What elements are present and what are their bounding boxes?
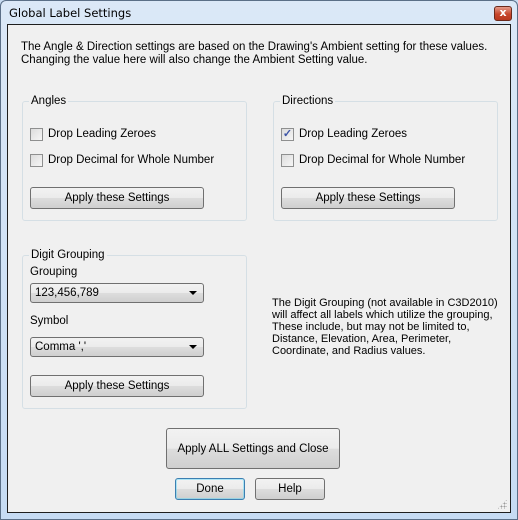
checkmark-icon: ✓ xyxy=(282,127,293,140)
angles-group: Angles Drop Leading Zeroes Drop Decimal … xyxy=(22,94,247,221)
digit-grouping-info: The Digit Grouping (not available in C3D… xyxy=(272,297,498,357)
checkbox-label: Drop Decimal for Whole Number xyxy=(48,154,215,166)
close-button[interactable]: x xyxy=(494,6,512,21)
directions-apply-button[interactable]: Apply these Settings xyxy=(281,187,455,209)
close-icon: x xyxy=(499,6,507,19)
chevron-down-icon xyxy=(189,291,197,295)
directions-drop-leading-zeroes-checkbox[interactable]: ✓ xyxy=(281,127,294,141)
window-title: Global Label Settings xyxy=(9,6,132,20)
angles-drop-decimal[interactable]: Drop Decimal for Whole Number xyxy=(30,153,214,167)
directions-drop-leading-zeroes[interactable]: ✓ Drop Leading Zeroes xyxy=(281,127,407,141)
digit-grouping-apply-button[interactable]: Apply these Settings xyxy=(30,375,204,397)
angles-drop-leading-zeroes-checkbox[interactable] xyxy=(30,127,43,141)
checkbox-label: Drop Leading Zeroes xyxy=(299,128,408,140)
chevron-down-icon xyxy=(189,345,197,349)
angles-drop-decimal-checkbox[interactable] xyxy=(30,153,43,167)
intro-line-2: Changing the value here will also change… xyxy=(21,54,368,66)
digit-grouping-group-title: Digit Grouping xyxy=(29,248,107,262)
grouping-select[interactable]: 123,456,789 xyxy=(30,283,204,303)
directions-drop-decimal[interactable]: Drop Decimal for Whole Number xyxy=(281,153,465,167)
resize-grip[interactable] xyxy=(497,499,507,509)
intro-text: The Angle & Direction settings are based… xyxy=(21,41,501,67)
intro-line-1: The Angle & Direction settings are based… xyxy=(21,41,488,53)
dialog-body: The Angle & Direction settings are based… xyxy=(7,24,511,513)
global-label-settings-dialog: Global Label Settings x The Angle & Dire… xyxy=(0,0,518,520)
angles-apply-button[interactable]: Apply these Settings xyxy=(30,187,204,209)
angles-drop-leading-zeroes[interactable]: Drop Leading Zeroes xyxy=(30,127,156,141)
checkbox-label: Drop Leading Zeroes xyxy=(48,128,157,140)
digit-grouping-group: Digit Grouping Grouping 123,456,789 Symb… xyxy=(22,248,247,409)
directions-group: Directions ✓ Drop Leading Zeroes Drop De… xyxy=(273,94,498,221)
checkbox-label: Drop Decimal for Whole Number xyxy=(299,154,466,166)
grouping-select-value: 123,456,789 xyxy=(35,287,99,299)
symbol-label: Symbol xyxy=(30,315,69,327)
help-button[interactable]: Help xyxy=(255,478,325,500)
done-button[interactable]: Done xyxy=(175,478,245,500)
directions-drop-decimal-checkbox[interactable] xyxy=(281,153,294,167)
symbol-select-value: Comma ',' xyxy=(35,341,87,353)
directions-group-title: Directions xyxy=(280,94,336,108)
angles-group-title: Angles xyxy=(29,94,69,108)
grouping-label: Grouping xyxy=(30,266,78,278)
apply-all-and-close-button[interactable]: Apply ALL Settings and Close xyxy=(166,428,340,469)
title-bar[interactable]: Global Label Settings x xyxy=(1,1,517,24)
symbol-select[interactable]: Comma ',' xyxy=(30,337,204,357)
